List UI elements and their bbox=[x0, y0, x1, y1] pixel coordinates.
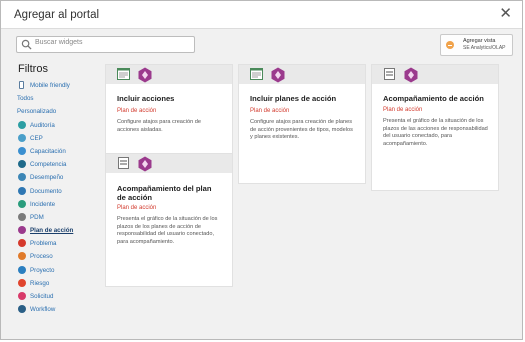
filter-todos[interactable]: Todos bbox=[17, 92, 101, 105]
card-description: Presenta el gráfico de la situación de l… bbox=[117, 216, 218, 245]
filter-plan-de-accion[interactable]: Plan de acción bbox=[17, 224, 101, 237]
add-view-icon bbox=[446, 41, 454, 49]
card-category: Plan de acción bbox=[383, 107, 423, 113]
action-plan-icon bbox=[18, 226, 26, 235]
widget-card-acompanamiento-accion[interactable]: Acompañamiento de acción Plan de acción … bbox=[372, 65, 498, 190]
filters-title: Filtros bbox=[18, 63, 48, 75]
document-icon bbox=[18, 186, 26, 195]
search-placeholder: Buscar widgets bbox=[35, 39, 83, 46]
card-title: Incluir acciones bbox=[117, 94, 175, 103]
action-plan-icon bbox=[138, 67, 152, 83]
card-preview bbox=[372, 65, 498, 84]
dialog-body: Buscar widgets Agregar vista SE Analytic… bbox=[1, 29, 522, 339]
add-view-sublabel: SE Analytics/OLAP bbox=[463, 45, 506, 51]
filter-solicitud[interactable]: Solicitud bbox=[17, 290, 101, 303]
list-icon bbox=[118, 157, 129, 169]
training-icon bbox=[18, 146, 26, 155]
filter-pdm[interactable]: PDM bbox=[17, 211, 101, 224]
filter-proceso[interactable]: Proceso bbox=[17, 250, 101, 263]
form-icon bbox=[117, 68, 130, 80]
close-icon[interactable]: ✕ bbox=[499, 6, 512, 22]
search-input[interactable]: Buscar widgets bbox=[16, 36, 195, 53]
problem-icon bbox=[18, 239, 26, 248]
list-icon bbox=[384, 68, 395, 80]
card-preview bbox=[106, 65, 232, 84]
filter-proyecto[interactable]: Proyecto bbox=[17, 264, 101, 277]
card-description: Configure atajos para creación de accion… bbox=[117, 119, 201, 133]
add-view-button[interactable]: Agregar vista SE Analytics/OLAP bbox=[440, 34, 513, 56]
audit-icon bbox=[18, 120, 26, 129]
filter-capacitacion[interactable]: Capacitación bbox=[17, 145, 101, 158]
filter-incidente[interactable]: Incidente bbox=[17, 198, 101, 211]
cep-icon bbox=[18, 133, 26, 142]
dialog-title: Agregar al portal bbox=[14, 9, 100, 21]
add-view-label: Agregar vista bbox=[463, 38, 496, 44]
filter-mobile-friendly[interactable]: Mobile friendly bbox=[17, 79, 101, 92]
filter-personalizado[interactable]: Personalizado bbox=[17, 105, 101, 118]
card-preview bbox=[106, 154, 232, 173]
widget-card-acompanamiento-plan[interactable]: Acompañamiento del plan de acción Plan d… bbox=[106, 154, 232, 286]
action-plan-icon bbox=[404, 67, 418, 83]
card-category: Plan de acción bbox=[250, 108, 290, 114]
card-preview bbox=[239, 65, 365, 84]
card-title: Incluir planes de acción bbox=[250, 94, 337, 103]
card-description: Configure atajos para creación de planes… bbox=[250, 119, 353, 141]
filter-desempeno[interactable]: Desempeño bbox=[17, 171, 101, 184]
card-title: Acompañamiento de acción bbox=[383, 94, 484, 103]
card-category: Plan de acción bbox=[117, 108, 157, 114]
filter-problema[interactable]: Problema bbox=[17, 237, 101, 250]
card-description: Presenta el gráfico de la situación de l… bbox=[383, 118, 488, 147]
performance-icon bbox=[18, 173, 26, 182]
filters-list: Mobile friendly Todos Personalizado Audi… bbox=[17, 79, 101, 316]
action-plan-icon bbox=[271, 67, 285, 83]
add-to-portal-dialog: Agregar al portal ✕ Buscar widgets Agreg… bbox=[0, 0, 523, 340]
form-icon bbox=[250, 68, 263, 80]
widget-card-incluir-planes[interactable]: Incluir planes de acción Plan de acción … bbox=[239, 65, 365, 183]
pdm-icon bbox=[18, 212, 26, 221]
incident-icon bbox=[18, 199, 26, 208]
competence-icon bbox=[18, 160, 26, 169]
filter-riesgo[interactable]: Riesgo bbox=[17, 277, 101, 290]
workflow-icon bbox=[18, 305, 26, 314]
process-icon bbox=[18, 252, 26, 261]
filter-auditoria[interactable]: Auditoría bbox=[17, 119, 101, 132]
request-icon bbox=[18, 292, 26, 300]
card-title: Acompañamiento del plan de acción bbox=[117, 184, 212, 202]
project-icon bbox=[18, 265, 26, 274]
filter-cep[interactable]: CEP bbox=[17, 132, 101, 145]
dialog-header: Agregar al portal ✕ bbox=[1, 1, 522, 29]
phone-icon bbox=[19, 81, 24, 89]
search-icon bbox=[21, 39, 32, 50]
card-category: Plan de acción bbox=[117, 205, 157, 211]
risk-icon bbox=[18, 278, 26, 287]
filter-workflow[interactable]: Workflow bbox=[17, 303, 101, 316]
filter-competencia[interactable]: Competencia bbox=[17, 158, 101, 171]
filter-documento[interactable]: Documento bbox=[17, 185, 101, 198]
action-plan-icon bbox=[138, 156, 152, 172]
